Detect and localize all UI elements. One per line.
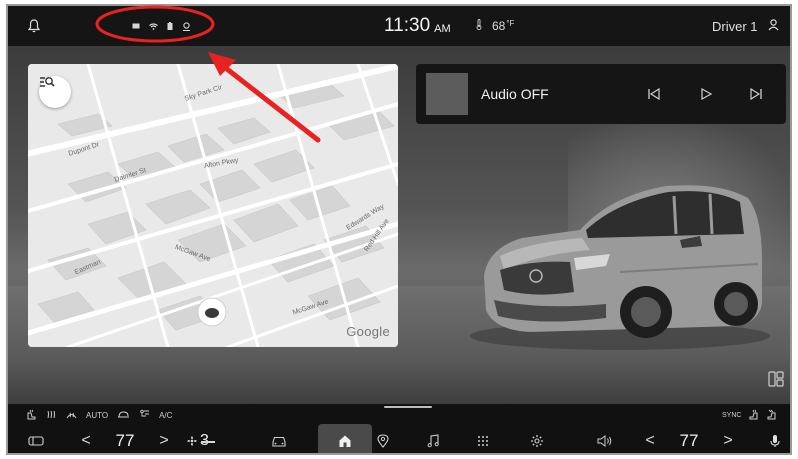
recirculation-icon[interactable]: [117, 410, 130, 421]
microphone-icon: [770, 434, 780, 447]
settings-button[interactable]: [526, 424, 548, 453]
play-button[interactable]: [696, 84, 716, 104]
split-view-icon: [768, 371, 784, 387]
google-logo: Google: [346, 324, 390, 339]
fan-indicator: [201, 441, 215, 443]
rear-defrost-icon[interactable]: [46, 409, 57, 422]
sync-controls-row: SYNC: [722, 408, 777, 422]
next-track-button[interactable]: [746, 84, 766, 104]
seat-climate-button[interactable]: [26, 424, 46, 453]
volume-button[interactable]: [594, 424, 616, 453]
ac-button[interactable]: A/C: [159, 411, 172, 420]
gear-icon: [531, 434, 543, 447]
fan-speed-button[interactable]: 3: [180, 424, 216, 453]
car-icon: [272, 436, 286, 447]
vehicle-image: [470, 185, 770, 350]
front-defrost-icon[interactable]: [66, 409, 77, 422]
message-icon: [132, 23, 140, 29]
audio-widget[interactable]: Audio OFF: [416, 64, 786, 124]
voice-button[interactable]: [766, 424, 784, 453]
map-rendering: [28, 64, 398, 347]
clock: 11:30 AM: [384, 6, 451, 46]
driver-name: Driver 1: [712, 18, 758, 34]
skip-next-icon: [750, 87, 762, 101]
left-temp-up-button[interactable]: >: [156, 424, 172, 453]
sync-button[interactable]: SYNC: [722, 412, 741, 419]
wifi-icon: [149, 22, 158, 30]
right-temp-up-button[interactable]: >: [720, 424, 736, 453]
play-icon: [701, 87, 713, 101]
driver-profile[interactable]: Driver 1: [712, 6, 779, 46]
status-bar: 11:30 AM 68°F Driver 1: [8, 6, 790, 46]
map-search-button[interactable]: [39, 76, 71, 108]
clock-ampm: AM: [434, 22, 451, 35]
clock-time: 11:30: [384, 15, 431, 36]
right-temp-down-button[interactable]: <: [642, 424, 658, 453]
home-button[interactable]: [318, 424, 372, 453]
previous-track-button[interactable]: [644, 84, 664, 104]
left-temp-down-button[interactable]: <: [78, 424, 94, 453]
thermometer-icon: [476, 19, 482, 33]
location-share-icon: [182, 21, 191, 31]
apps-button[interactable]: [472, 424, 494, 453]
skip-previous-icon: [648, 87, 660, 101]
music-note-icon: [427, 433, 439, 447]
fan-icon: [187, 435, 197, 446]
climate-bar: AUTO A/C SYNC < 77 > 3 < 77 >: [8, 404, 790, 453]
audio-status: Audio OFF: [481, 86, 549, 102]
person-icon: [768, 18, 779, 34]
album-art: [426, 73, 468, 115]
temperature-value: 68: [492, 19, 506, 33]
climate-controls-row: AUTO A/C: [26, 408, 172, 422]
passenger-seat-vent-icon[interactable]: [766, 409, 777, 422]
passenger-seat-heat-icon[interactable]: [748, 409, 759, 422]
infotainment-screen: 11:30 AM 68°F Driver 1 McGaw Ave Eastman…: [6, 4, 792, 455]
left-temperature: 77: [115, 430, 135, 450]
right-temperature: 77: [679, 430, 699, 450]
music-button[interactable]: [422, 424, 444, 453]
map-pin-icon: [377, 433, 389, 448]
bell-icon[interactable]: [28, 6, 40, 46]
heated-seat-icon: [28, 435, 44, 446]
home-icon: [339, 435, 351, 447]
temperature-unit: °F: [506, 19, 515, 28]
bottom-dock: < 77 > 3 < 77 >: [8, 424, 790, 453]
speaker-icon: [597, 434, 612, 447]
app-grid-icon: [478, 435, 488, 446]
navigation-button[interactable]: [372, 424, 394, 453]
navigation-map[interactable]: McGaw Ave Eastman Edwards Way Red Hill A…: [28, 64, 398, 347]
outside-temperature: 68°F: [476, 6, 514, 46]
battery-icon: [167, 22, 173, 30]
seat-heat-icon[interactable]: [26, 409, 37, 422]
auto-climate-button[interactable]: AUTO: [86, 411, 108, 420]
status-icons-group: [132, 6, 191, 46]
airflow-mode-icon[interactable]: [139, 409, 150, 422]
drawer-handle[interactable]: [384, 406, 432, 408]
vehicle-app-button[interactable]: [268, 424, 290, 453]
layout-toggle-button[interactable]: [768, 371, 784, 387]
